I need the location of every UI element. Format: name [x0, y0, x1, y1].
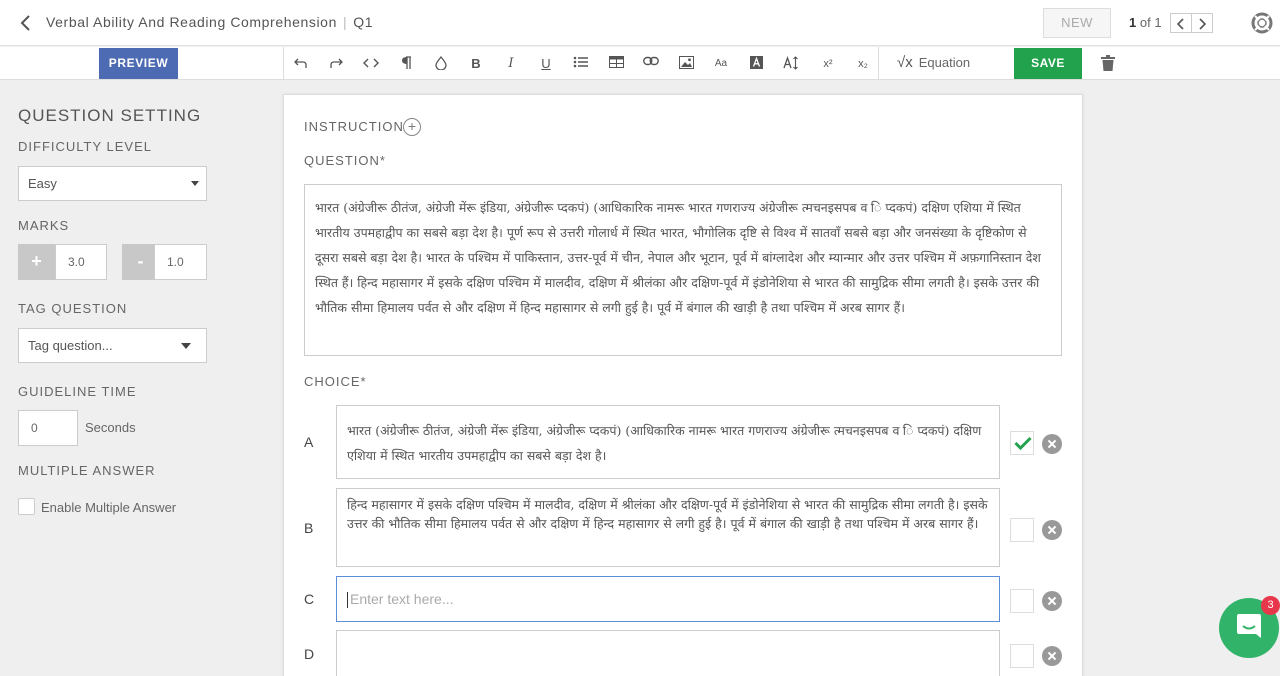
help-lifebuoy-icon[interactable]: [1251, 12, 1273, 34]
marks-plus-button[interactable]: +: [18, 244, 55, 280]
next-page-button[interactable]: [1191, 13, 1213, 33]
question-setting-heading: QUESTION SETTING: [18, 106, 202, 125]
table-icon[interactable]: [606, 55, 626, 73]
choice-c-correct-checkbox[interactable]: [1010, 589, 1034, 613]
remove-choice-c-icon[interactable]: [1042, 591, 1062, 611]
choice-b-editor[interactable]: हिन्द महासागर में इसके दक्षिण पश्चिम में…: [336, 488, 1000, 567]
save-button[interactable]: SAVE: [1014, 48, 1082, 79]
caret-down-icon: [191, 181, 199, 186]
top-bar: Verbal Ability And Reading Comprehension…: [0, 0, 1280, 46]
underline-icon[interactable]: U: [536, 55, 556, 73]
marks-plus-input[interactable]: 3.0: [55, 244, 107, 280]
chat-unread-badge: 3: [1261, 596, 1280, 615]
enable-multiple-answer-label[interactable]: Enable Multiple Answer: [41, 500, 176, 515]
paragraph-icon[interactable]: [396, 55, 416, 73]
seconds-unit: Seconds: [85, 420, 136, 435]
chevron-left-icon: [1177, 18, 1184, 30]
choice-d-correct-checkbox[interactable]: [1010, 644, 1034, 668]
multiple-answer-label: MULTIPLE ANSWER: [18, 463, 156, 478]
choice-letter-d: D: [304, 646, 315, 662]
chevron-right-icon: [1199, 18, 1206, 30]
enable-multiple-answer-checkbox[interactable]: [18, 498, 35, 515]
choice-c-editor[interactable]: Enter text here...: [336, 576, 1000, 622]
choice-b-correct-checkbox[interactable]: [1010, 518, 1034, 542]
question-text-editor[interactable]: भारत (अंग्रेजीरू ठीतंज, अंग्रेजी मेंरू इ…: [304, 184, 1062, 356]
superscript-icon[interactable]: x²: [818, 55, 838, 73]
marks-minus-input[interactable]: 1.0: [154, 244, 207, 280]
undo-icon[interactable]: [291, 55, 311, 73]
guideline-time-label: GUIDELINE TIME: [18, 384, 137, 399]
remove-choice-b-icon[interactable]: [1042, 520, 1062, 540]
color-drop-icon[interactable]: [431, 55, 451, 73]
checkmark-icon: [1014, 436, 1032, 450]
tag-question-label: TAG QUESTION: [18, 301, 128, 316]
instruction-label: INSTRUCTION: [304, 119, 404, 134]
pager-text: 1 of 1: [1129, 15, 1162, 30]
choice-label: CHOICE*: [304, 374, 367, 389]
back-arrow-icon[interactable]: [18, 14, 34, 32]
difficulty-select[interactable]: Easy: [18, 166, 207, 201]
link-icon[interactable]: [641, 55, 661, 73]
choice-a-editor[interactable]: भारत (अंग्रेजीरू ठीतंज, अंग्रेजी मेंरू इ…: [336, 405, 1000, 479]
choice-letter-b: B: [304, 520, 314, 536]
bullet-list-icon[interactable]: [571, 55, 591, 73]
trash-icon[interactable]: [1101, 55, 1115, 71]
question-label: QUESTION*: [304, 153, 386, 168]
choice-d-editor[interactable]: [336, 630, 1000, 676]
question-id: Q1: [353, 14, 374, 30]
line-height-icon[interactable]: [781, 55, 801, 73]
redo-icon[interactable]: [326, 55, 346, 73]
chat-bubble-icon: [1237, 614, 1261, 638]
new-button[interactable]: NEW: [1043, 8, 1111, 38]
guideline-time-input[interactable]: 0: [18, 410, 78, 446]
choice-letter-c: C: [304, 591, 315, 607]
text-size-icon[interactable]: Aa: [711, 55, 731, 73]
code-view-icon[interactable]: [361, 55, 381, 73]
editor-toolbar: PREVIEW B I U Aa x² x₂ √x Equation SAVE: [0, 47, 1280, 80]
remove-choice-a-icon[interactable]: [1042, 434, 1062, 454]
choice-letter-a: A: [304, 434, 314, 450]
choice-a-correct-checkbox[interactable]: [1010, 431, 1034, 455]
bold-icon[interactable]: B: [466, 55, 486, 73]
square-root-icon: √x: [897, 54, 913, 71]
subscript-icon[interactable]: x₂: [853, 55, 873, 73]
marks-label: MARKS: [18, 218, 70, 233]
preview-button[interactable]: PREVIEW: [99, 48, 178, 79]
highlight-icon[interactable]: [746, 55, 766, 73]
italic-icon[interactable]: I: [501, 55, 521, 73]
difficulty-label: DIFFICULTY LEVEL: [18, 139, 152, 154]
add-instruction-icon[interactable]: +: [403, 118, 421, 136]
page-title: Verbal Ability And Reading Comprehension…: [46, 14, 374, 30]
tag-question-select[interactable]: Tag question...: [18, 328, 207, 363]
caret-down-icon: [181, 343, 191, 349]
prev-page-button[interactable]: [1170, 13, 1192, 33]
remove-choice-d-icon[interactable]: [1042, 646, 1062, 666]
image-icon[interactable]: [676, 55, 696, 73]
equation-button[interactable]: √x Equation: [897, 54, 970, 72]
